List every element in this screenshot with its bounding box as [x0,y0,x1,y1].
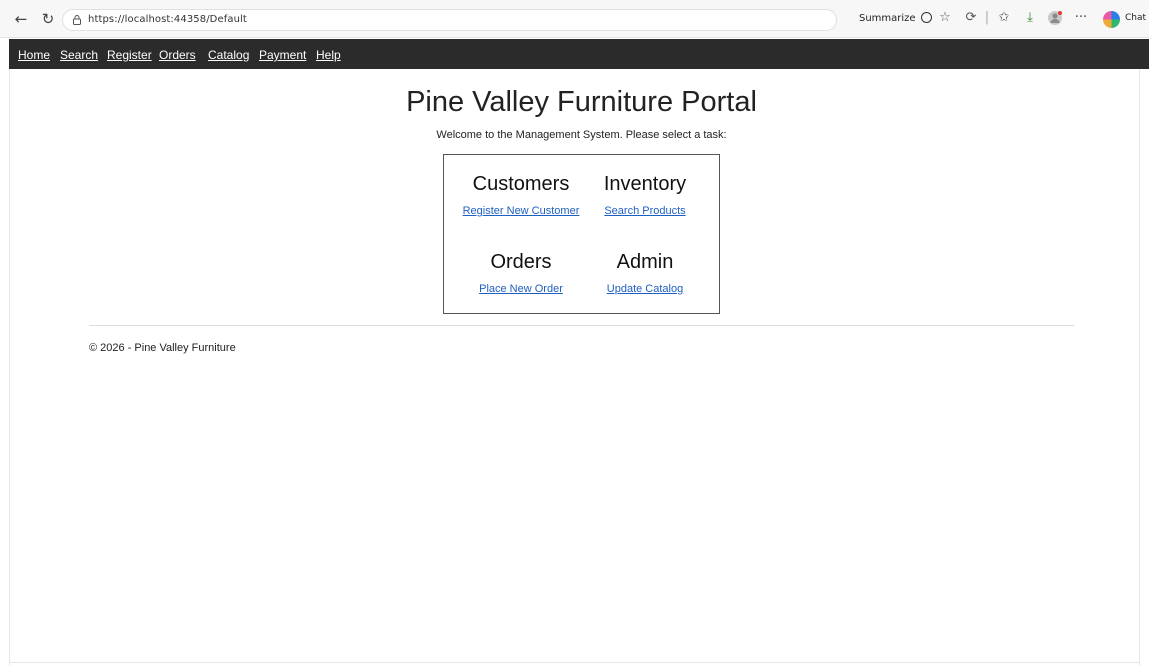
footer-divider [89,325,1074,326]
favorites-list-icon[interactable]: ✩ [996,10,1012,26]
place-new-order-link[interactable]: Place New Order [479,283,563,295]
browser-toolbar: ← ↻ https://localhost:44358/Default Summ… [0,0,1149,38]
task-admin: Admin Update Catalog [576,251,714,297]
task-panel: Customers Register New Customer Inventor… [443,154,720,314]
update-catalog-link[interactable]: Update Catalog [607,283,683,295]
profile-avatar-icon[interactable] [1047,10,1063,26]
nav-link-search[interactable]: Search [60,48,98,62]
nav-link-orders[interactable]: Orders [159,48,196,62]
lock-icon [73,15,81,25]
task-heading-customers: Customers [472,173,570,195]
summarize-icon [920,12,932,23]
chat-button[interactable]: Chat [1125,13,1146,23]
task-heading-admin: Admin [616,251,674,273]
search-products-link[interactable]: Search Products [604,205,685,217]
copilot-icon[interactable] [1103,11,1120,28]
address-bar[interactable]: https://localhost:44358/Default [62,9,837,31]
nav-link-catalog[interactable]: Catalog [208,48,249,62]
site-nav-bar: Home Search Register Orders Catalog Paym… [9,39,1149,69]
url-text: https://localhost:44358/Default [88,14,247,25]
nav-link-help[interactable]: Help [316,48,341,62]
task-heading-orders: Orders [490,251,552,273]
refresh-icon[interactable]: ↻ [38,9,58,29]
summarize-button[interactable]: Summarize [859,12,932,24]
page-title: Pine Valley Furniture Portal [406,86,757,118]
nav-link-register[interactable]: Register [107,48,152,62]
task-heading-inventory: Inventory [603,173,687,195]
back-arrow-icon[interactable]: ← [11,9,31,29]
task-customers: Customers Register New Customer [452,173,590,219]
page-border-bottom [9,662,1140,663]
summarize-label: Summarize [859,13,916,24]
task-orders: Orders Place New Order [452,251,590,297]
nav-link-home[interactable]: Home [18,48,50,62]
task-inventory: Inventory Search Products [576,173,714,219]
footer-copyright: © 2026 - Pine Valley Furniture [89,342,236,354]
page-border-left [9,69,10,665]
toolbar-separator: | [984,10,990,25]
page-border-right [1139,69,1140,665]
welcome-message: Welcome to the Management System. Please… [436,129,727,141]
nav-link-payment[interactable]: Payment [259,48,306,62]
collections-icon[interactable]: ⟳ [963,10,979,26]
favorite-star-icon[interactable]: ☆ [937,10,953,26]
register-new-customer-link[interactable]: Register New Customer [463,205,580,217]
download-icon[interactable]: ⤓ [1022,10,1038,26]
more-options-icon[interactable]: ··· [1073,10,1089,26]
